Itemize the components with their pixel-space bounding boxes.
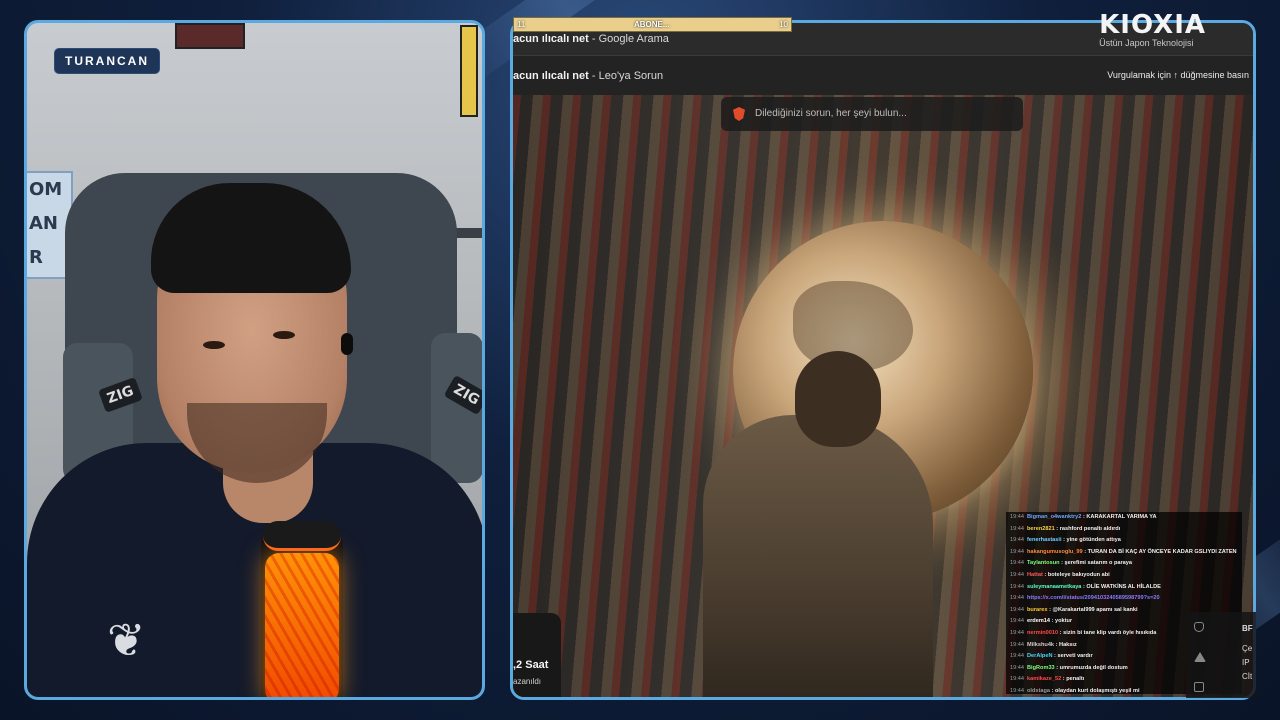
side-item-4: Cİt <box>1242 672 1253 681</box>
chat-timestamp: 19:44 <box>1010 560 1024 567</box>
search-placeholder: Dilediğinizi sorun, her şeyi bulun... <box>755 108 907 119</box>
chat-message: 19:44 hakangumusoglu_99 : TURAN DA Bİ KAÇ… <box>1010 547 1238 559</box>
streamer-name-tag: TURANCAN <box>55 49 159 73</box>
side-item-2: Çe <box>1242 644 1253 653</box>
chat-text: şerefimi satarım o paraya <box>1064 560 1132 567</box>
chat-text: serveti vardır <box>1057 653 1093 660</box>
subscriber-goal-bar: 11 ABONE... 10 <box>513 17 792 32</box>
chat-timestamp: 19:44 <box>1010 687 1024 694</box>
chat-text: umrumuzda değil dostum <box>1059 664 1128 671</box>
window-icon[interactable] <box>1194 682 1204 692</box>
chat-message: 19:44 Bigman_o4wanktry2 : KARAKARTAL YARI… <box>1010 512 1238 524</box>
chat-timestamp: 19:44 <box>1010 548 1024 555</box>
man-head <box>795 351 881 447</box>
browser-tab-bar-2[interactable]: acun ılıcalı net - Leo'ya Sorun Vurgulam… <box>513 55 1253 95</box>
chat-text: boteleye bakıyodun abi <box>1047 571 1110 578</box>
chat-text: @Karakartal999 apamı sal kanki <box>1052 606 1138 613</box>
sign-line-1: OM <box>29 179 63 200</box>
tab-google-search[interactable]: acun ılıcalı net - Google Arama <box>513 33 669 45</box>
chat-timestamp: 19:44 <box>1010 537 1024 544</box>
side-item-1: BF <box>1242 624 1253 633</box>
streamer-eye-right <box>273 331 295 339</box>
wall-decoration <box>175 23 245 49</box>
chat-text: yine götünden attıya <box>1066 537 1121 544</box>
chat-timestamp: 19:44 <box>1010 525 1024 532</box>
man-in-coat <box>703 415 933 697</box>
sub-goal-label: ABONE... <box>634 20 670 29</box>
chat-text: penaltı <box>1066 676 1085 683</box>
chat-message: 19:44 Hattat : boteleye bakıyodun abi <box>1010 570 1238 582</box>
sponsor-tagline: Üstün Japon Teknolojisi <box>1099 38 1194 48</box>
chat-timestamp: 19:44 <box>1010 606 1024 613</box>
sub-goal-target: 10 <box>779 20 788 29</box>
chat-message: 19:44 suleymanaametkaya : OLİE WATKİNS AL… <box>1010 582 1238 594</box>
chat-username[interactable]: Taylantosun <box>1027 560 1060 566</box>
chat-message: 19:44 beren2821 : rashford penaltı aldırd… <box>1010 524 1238 536</box>
chat-text: yoktur <box>1055 618 1073 625</box>
brave-lion-icon <box>733 107 745 121</box>
chat-timestamp: 19:44 <box>1010 641 1024 648</box>
tab-leo-query: acun ılıcalı net <box>513 70 589 82</box>
chat-timestamp: 19:44 <box>1010 618 1024 625</box>
chat-text: KARAKARTAL YARIMA YA <box>1086 514 1157 520</box>
streamer-eye-left <box>203 341 225 349</box>
chat-username[interactable]: erdem14 <box>1027 618 1050 624</box>
wall-poster <box>460 25 478 117</box>
stat-label: azanıldı <box>513 677 542 686</box>
chat-username[interactable]: Bigman_o4wanktry2 <box>1027 514 1081 520</box>
chat-username[interactable]: oldstaga <box>1027 688 1050 694</box>
sponsor-logo: KIOXIA Üstün Japon Teknolojisi <box>1099 12 1206 48</box>
chat-text: TURAN DA Bİ KAÇ AY ÖNCEYE KADAR GSLIYDI … <box>1087 548 1237 555</box>
chat-text: https://x.com/i/status/20941032405895987… <box>1027 595 1160 602</box>
chat-username[interactable]: nermin0010 <box>1027 630 1058 636</box>
sweater-emblem-icon: ❦ <box>107 614 146 666</box>
sponsor-name: KIOXIA <box>1099 10 1206 40</box>
warning-icon[interactable] <box>1194 652 1206 662</box>
tab-leo-suffix: - Leo'ya Sorun <box>588 70 664 82</box>
tab-google-suffix: - Google Arama <box>588 33 669 45</box>
stat-card <box>513 613 561 697</box>
leo-search-input[interactable]: Dilediğinizi sorun, her şeyi bulun... <box>721 97 1023 131</box>
chat-text: sizin bi tane klip vardı öyle hısıkıda <box>1063 629 1157 636</box>
tab-google-query: acun ılıcalı net <box>513 33 589 45</box>
chat-message: 19:44 Taylantosun : şerefimi satarım o pa… <box>1010 558 1238 570</box>
chat-timestamp: 19:44 <box>1010 571 1024 578</box>
chat-username[interactable]: burarex <box>1027 607 1048 613</box>
chat-username[interactable]: Hattat <box>1027 572 1043 578</box>
chat-timestamp: 19:44 <box>1010 676 1024 683</box>
earphone-icon <box>341 333 353 355</box>
chat-timestamp: 19:44 <box>1010 629 1024 636</box>
chat-username[interactable]: BigRom33 <box>1027 665 1055 671</box>
chat-username[interactable]: Milkshu4k <box>1027 642 1054 648</box>
side-panel: BF Çe IP Cİt <box>1186 612 1256 698</box>
chat-username[interactable]: fenerhastasii <box>1027 537 1062 543</box>
microphone-rgb-glow <box>265 553 339 697</box>
chat-text: OLİE WATKİNS AL HİLALDE <box>1086 583 1161 590</box>
chat-timestamp: 19:44 <box>1010 514 1024 520</box>
chat-timestamp: 19:44 <box>1010 583 1024 590</box>
side-item-3: IP <box>1242 658 1250 667</box>
shield-icon[interactable] <box>1194 622 1204 632</box>
chat-text: rashford penaltı aldırdı <box>1059 525 1121 532</box>
webcam-panel: OM AN R ZIG ZIG ❦ TURANCAN <box>24 20 485 700</box>
chat-timestamp: 19:44 <box>1010 664 1024 671</box>
tab-leo-ask[interactable]: acun ılıcalı net - Leo'ya Sorun <box>513 70 663 82</box>
chat-text: Haksız <box>1059 641 1077 648</box>
chat-message: 19:44 fenerhastasii : yine götünden attıy… <box>1010 535 1238 547</box>
chat-username[interactable]: suleymanaametkaya <box>1027 584 1081 590</box>
chat-username[interactable]: hakangumusoglu_99 <box>1027 549 1083 555</box>
chat-message: 19:44 https://x.com/i/status/209410324058… <box>1010 593 1238 605</box>
chat-username[interactable]: DerAlpeN <box>1027 653 1053 659</box>
microphone-cap <box>263 521 341 551</box>
stat-hours: ,2 Saat <box>513 659 549 671</box>
chat-timestamp: 19:44 <box>1010 653 1024 660</box>
sub-goal-current: 11 <box>517 20 526 29</box>
chat-timestamp: 19:44 <box>1010 595 1024 602</box>
chat-text: olaydan kurt dolaşmıştı yeşil mi <box>1055 687 1140 694</box>
highlight-hint: Vurgulamak için ↑ düğmesine basın <box>1107 70 1249 80</box>
chat-username[interactable]: kamikaze_52 <box>1027 676 1061 682</box>
chat-username[interactable]: beren2821 <box>1027 526 1055 532</box>
